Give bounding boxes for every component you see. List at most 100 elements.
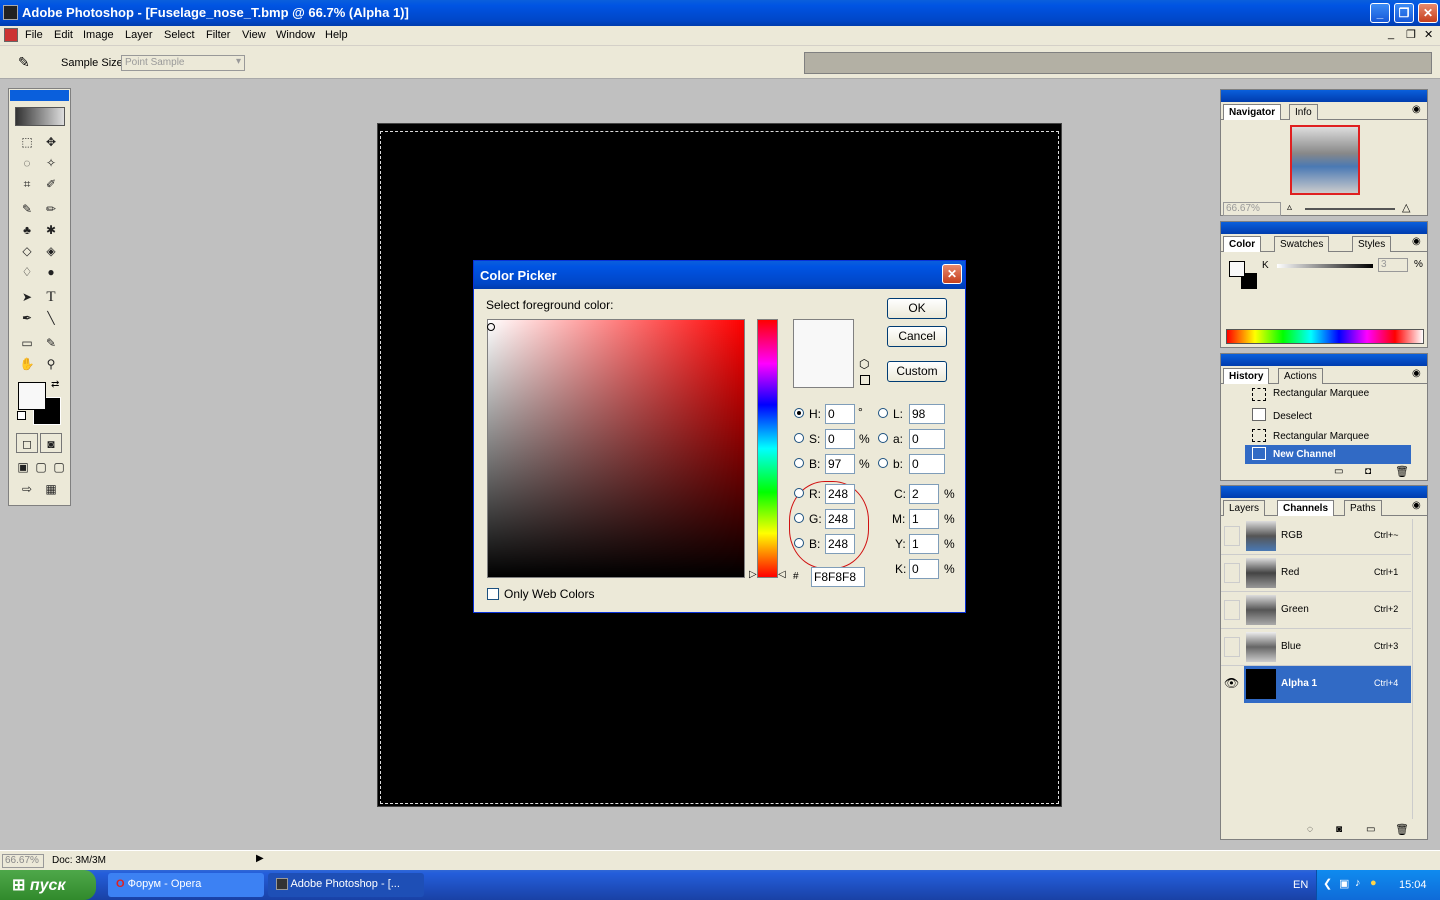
magic-wand-icon[interactable]: ✧ <box>40 153 62 173</box>
move-tool-icon[interactable]: ✥ <box>40 132 62 152</box>
c-field[interactable]: 2 <box>909 484 939 504</box>
new-document-icon[interactable]: ▭ <box>1334 466 1343 477</box>
imageready-icon[interactable]: ▦ <box>40 479 62 499</box>
jump-to-imageready-icon[interactable]: ⇨ <box>16 479 38 499</box>
tab-history[interactable]: History <box>1223 368 1270 384</box>
eyedropper-tool-icon[interactable]: ✎ <box>40 333 62 353</box>
zoom-in-icon[interactable]: △ <box>1402 201 1410 214</box>
slice-tool-icon[interactable]: ✐ <box>40 174 62 194</box>
lasso-tool-icon[interactable]: ◌ <box>16 153 38 173</box>
a-radio[interactable] <box>878 433 888 443</box>
history-brush-icon[interactable]: ✱ <box>40 220 62 240</box>
s-field[interactable]: 0 <box>825 429 855 449</box>
menu-select[interactable]: Select <box>164 29 195 41</box>
navigator-thumbnail[interactable] <box>1290 125 1360 195</box>
k-value-field[interactable]: 3 <box>1378 258 1408 272</box>
marquee-tool-icon[interactable]: ⬚ <box>16 132 38 152</box>
only-web-colors-checkbox[interactable] <box>487 588 499 600</box>
tab-navigator[interactable]: Navigator <box>1223 104 1282 120</box>
visibility-toggle[interactable] <box>1224 526 1240 546</box>
dialog-close-button[interactable]: ✕ <box>942 264 962 284</box>
tab-color[interactable]: Color <box>1223 236 1262 252</box>
tab-layers[interactable]: Layers <box>1223 500 1266 516</box>
panel-menu-icon[interactable]: ◉ <box>1412 104 1421 115</box>
status-menu-arrow-icon[interactable]: ▶ <box>256 853 264 864</box>
brush-tool-icon[interactable]: ✏ <box>40 199 62 219</box>
channel-row[interactable]: RGB Ctrl+~ <box>1221 518 1411 555</box>
visibility-toggle[interactable] <box>1224 563 1240 583</box>
speaker-icon[interactable]: ♪ <box>1355 877 1361 889</box>
new-channel-icon[interactable]: ▭ <box>1366 824 1375 835</box>
hand-tool-icon[interactable]: ✋ <box>16 354 38 374</box>
l-field[interactable]: 98 <box>909 404 945 424</box>
panel-menu-icon[interactable]: ◉ <box>1412 500 1421 511</box>
rgb-b-radio[interactable] <box>794 538 804 548</box>
visibility-toggle[interactable] <box>1224 600 1240 620</box>
panel-menu-icon[interactable]: ◉ <box>1412 236 1421 247</box>
tab-info[interactable]: Info <box>1289 104 1318 120</box>
history-item[interactable]: Deselect <box>1221 406 1411 426</box>
load-selection-icon[interactable]: ◌ <box>1307 824 1313 835</box>
lab-b-radio[interactable] <box>878 458 888 468</box>
sample-size-select[interactable]: Point Sample ▾ <box>121 55 245 71</box>
adobe-online-icon[interactable] <box>15 107 65 126</box>
pen-tool-icon[interactable]: ✒ <box>16 308 38 328</box>
start-button[interactable]: ⊞ пуск <box>0 870 96 900</box>
hue-arrow-left-icon[interactable]: ▷ <box>749 569 757 580</box>
custom-button[interactable]: Custom <box>887 361 947 382</box>
zoom-out-icon[interactable]: ▵ <box>1287 202 1292 213</box>
restore-button[interactable]: ❐ <box>1394 3 1414 23</box>
task-photoshop[interactable]: Adobe Photoshop - [... <box>268 873 424 897</box>
panel-scrollbar[interactable] <box>1412 519 1426 819</box>
task-opera[interactable]: O Форум - Opera <box>108 873 264 897</box>
channel-row-selected[interactable]: 👁 Alpha 1 Ctrl+4 <box>1221 666 1411 703</box>
spectrum-bar[interactable] <box>1226 329 1424 344</box>
network-icon[interactable]: ▣ <box>1339 877 1349 890</box>
r-radio[interactable] <box>794 488 804 498</box>
tray-app-icon[interactable]: ● <box>1370 877 1377 889</box>
menu-layer[interactable]: Layer <box>125 29 153 41</box>
color-field[interactable] <box>487 319 745 578</box>
channel-row[interactable]: Green Ctrl+2 <box>1221 592 1411 629</box>
g-field[interactable]: 248 <box>825 509 855 529</box>
tab-channels[interactable]: Channels <box>1277 500 1335 516</box>
menu-window[interactable]: Window <box>276 29 315 41</box>
g-radio[interactable] <box>794 513 804 523</box>
type-tool-icon[interactable]: T <box>40 287 62 307</box>
cancel-button[interactable]: Cancel <box>887 326 947 347</box>
screen-mode-full-icon[interactable]: ▢ <box>48 457 70 477</box>
blur-tool-icon[interactable]: ♢ <box>16 262 38 282</box>
visibility-toggle[interactable] <box>1224 637 1240 657</box>
foreground-color-swatch[interactable] <box>18 382 46 410</box>
tab-swatches[interactable]: Swatches <box>1274 236 1330 252</box>
hue-arrow-right-icon[interactable]: ◁ <box>778 569 786 580</box>
close-button[interactable]: ✕ <box>1418 3 1438 23</box>
dodge-tool-icon[interactable]: ● <box>40 262 62 282</box>
lab-b-field[interactable]: 0 <box>909 454 945 474</box>
menu-file[interactable]: File <box>25 29 43 41</box>
gamut-cube-icon[interactable]: ⬡ <box>859 357 869 371</box>
zoom-tool-icon[interactable]: ⚲ <box>40 354 62 374</box>
tab-actions[interactable]: Actions <box>1278 368 1323 384</box>
standard-mode-icon[interactable]: ◻ <box>16 433 38 453</box>
default-colors-icon[interactable] <box>17 411 26 420</box>
b-field[interactable]: 97 <box>825 454 855 474</box>
eye-icon[interactable]: 👁 <box>1224 676 1239 690</box>
doc-minimize-icon[interactable]: _ <box>1388 28 1394 40</box>
path-selection-icon[interactable]: ➤ <box>16 287 38 307</box>
zoom-field[interactable]: 66.67% <box>1223 202 1281 216</box>
panel-menu-icon[interactable]: ◉ <box>1412 368 1421 379</box>
line-tool-icon[interactable]: ╲ <box>40 308 62 328</box>
a-field[interactable]: 0 <box>909 429 945 449</box>
clone-stamp-icon[interactable]: ♣ <box>16 220 38 240</box>
minimize-button[interactable]: _ <box>1370 3 1390 23</box>
new-snapshot-icon[interactable]: ◘ <box>1365 466 1371 477</box>
fg-swatch[interactable] <box>1229 261 1245 277</box>
menu-view[interactable]: View <box>242 29 266 41</box>
k-field[interactable]: 0 <box>909 559 939 579</box>
crop-tool-icon[interactable]: ⌗ <box>16 174 38 194</box>
eraser-tool-icon[interactable]: ◇ <box>16 241 38 261</box>
notes-tool-icon[interactable]: ▭ <box>16 333 38 353</box>
s-radio[interactable] <box>794 433 804 443</box>
doc-close-icon[interactable]: ✕ <box>1424 28 1433 41</box>
